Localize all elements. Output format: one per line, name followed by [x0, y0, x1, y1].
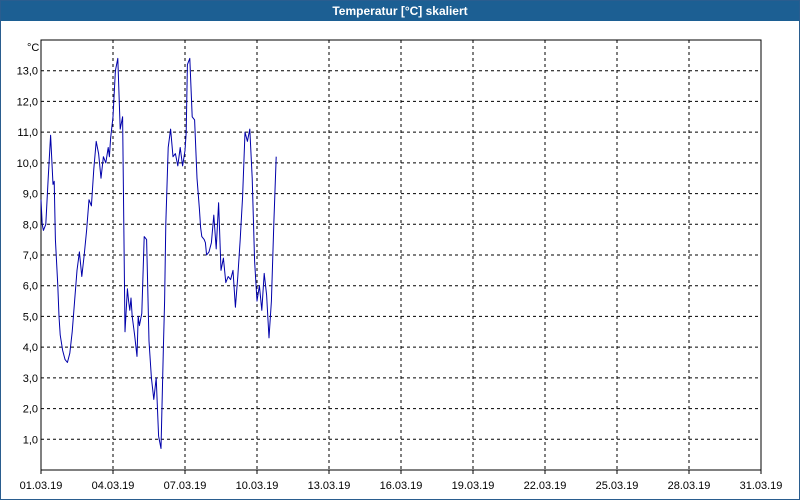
x-tick-label: 01.03.19	[20, 480, 63, 492]
x-tick-label: 31.03.19	[740, 480, 783, 492]
x-tick-label: 10.03.19	[236, 480, 279, 492]
y-tick-label: 8,0	[23, 219, 38, 231]
y-tick-label: 3,0	[23, 373, 38, 385]
y-tick-label: 5,0	[23, 311, 38, 323]
x-tick-label: 22.03.19	[524, 480, 567, 492]
series-line	[40, 57, 277, 449]
chart-plot: 1,0 2,0 3,0 4,0 5,0 6,0 7,0 8,0 9,0 10,0 11,0 12,0 1…	[17, 39, 783, 492]
y-tick-label: 10,0	[17, 158, 38, 170]
y-tick-label: 6,0	[23, 281, 38, 293]
y-tick-label: 7,0	[23, 250, 38, 262]
x-tick-label: 07.03.19	[164, 480, 207, 492]
y-axis-ticks: 1,0 2,0 3,0 4,0 5,0 6,0 7,0 8,0 9,0 10,0 11,0 12,0 1…	[17, 66, 38, 447]
window-title: Temperatur [°C] skaliert	[1, 1, 799, 21]
chart-grid	[40, 39, 762, 471]
y-tick-label: 11,0	[17, 127, 38, 139]
x-tick-label: 25.03.19	[596, 480, 639, 492]
y-tick-label: 13,0	[17, 66, 38, 78]
y-axis-label: °C	[27, 42, 39, 54]
x-tick-label: 28.03.19	[668, 480, 711, 492]
chart-window: Temperatur [°C] skaliert 1,0 2,0 3,0 4,0 5,0…	[0, 0, 800, 500]
y-tick-label: 2,0	[23, 404, 38, 416]
y-tick-label: 12,0	[17, 96, 38, 108]
x-tick-label: 16.03.19	[380, 480, 423, 492]
x-axis-ticks: 01.03.19 04.03.19 07.03.19 10.03.19 13.03.19…	[20, 470, 783, 492]
y-tick-label: 9,0	[23, 189, 38, 201]
x-tick-label: 04.03.19	[92, 480, 135, 492]
x-tick-label: 19.03.19	[452, 480, 495, 492]
y-tick-label: 1,0	[23, 434, 38, 446]
chart-series	[40, 57, 277, 449]
x-tick-label: 13.03.19	[308, 480, 351, 492]
y-tick-label: 4,0	[23, 342, 38, 354]
